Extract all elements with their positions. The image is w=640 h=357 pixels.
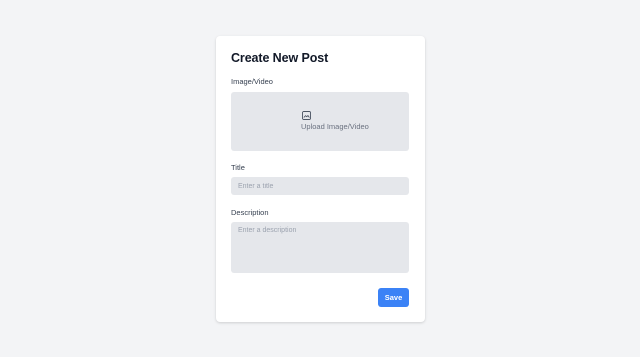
description-textarea[interactable]: [231, 222, 409, 273]
page-title: Create New Post: [231, 51, 329, 65]
create-post-card: Create New Post Image/Video Upload Image…: [216, 36, 425, 322]
upload-dropzone[interactable]: Upload Image/Video: [231, 92, 409, 151]
image-video-label: Image/Video: [231, 77, 273, 86]
upload-content[interactable]: Upload Image/Video: [286, 111, 369, 135]
upload-text: Upload Image/Video: [301, 122, 369, 131]
save-button[interactable]: Save: [378, 288, 409, 307]
description-label: Description: [231, 208, 269, 217]
title-input[interactable]: [231, 177, 409, 195]
title-label: Title: [231, 163, 245, 172]
image-icon: [302, 111, 311, 120]
